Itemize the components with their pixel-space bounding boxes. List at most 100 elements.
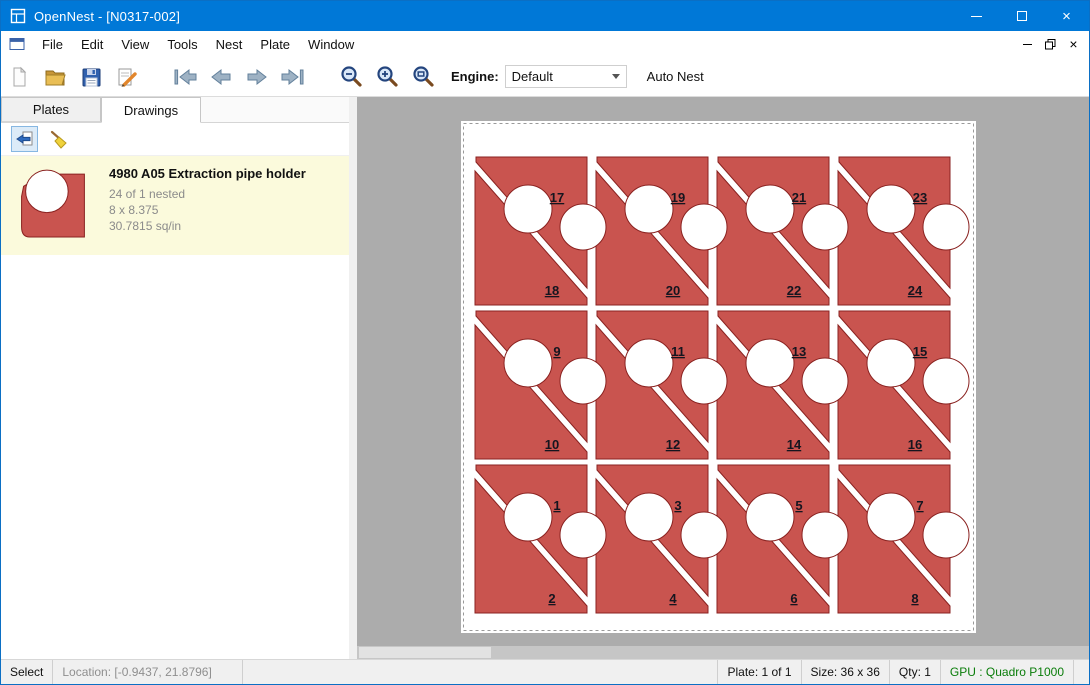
zoom-out-button[interactable]	[334, 61, 368, 93]
pipe-cutout	[867, 185, 915, 233]
open-folder-icon	[43, 66, 67, 88]
panel-splitter[interactable]	[349, 97, 357, 659]
tab-plates[interactable]: Plates	[1, 97, 101, 122]
app-window: OpenNest - [N0317-002] × File Edit View …	[0, 0, 1090, 685]
zoom-in-button[interactable]	[370, 61, 404, 93]
part-number-label[interactable]: 3	[674, 498, 681, 513]
previous-plate-button[interactable]	[204, 61, 238, 93]
plate-drawing[interactable]: 171819202122232491011121314151612345678	[461, 121, 976, 633]
part-number-label[interactable]: 14	[787, 437, 802, 452]
zoom-fit-button[interactable]	[406, 61, 440, 93]
part-number-label[interactable]: 9	[553, 344, 560, 359]
pipe-cutout	[504, 339, 552, 387]
document-icon[interactable]	[9, 37, 26, 51]
part-number-label[interactable]: 16	[908, 437, 922, 452]
next-plate-button[interactable]	[240, 61, 274, 93]
part-number-label[interactable]: 5	[795, 498, 802, 513]
drawing-dimensions: 8 x 8.375	[109, 202, 306, 218]
horizontal-scrollbar[interactable]	[357, 646, 1089, 659]
part-number-label[interactable]: 19	[671, 190, 685, 205]
mdi-minimize-button[interactable]	[1016, 33, 1039, 55]
send-to-nest-button[interactable]	[11, 126, 38, 152]
pipe-cutout	[504, 493, 552, 541]
close-button[interactable]: ×	[1044, 1, 1089, 31]
engine-dropdown-value: Default	[512, 69, 553, 84]
auto-nest-button[interactable]: Auto Nest	[641, 65, 710, 88]
part-number-label[interactable]: 20	[666, 283, 680, 298]
drawing-area: 30.7815 sq/in	[109, 218, 306, 234]
title-bar: OpenNest - [N0317-002] ×	[1, 1, 1089, 31]
open-button[interactable]	[38, 61, 72, 93]
pipe-cutout	[560, 358, 606, 404]
tab-drawings[interactable]: Drawings	[101, 97, 201, 123]
drawing-title: 4980 A05 Extraction pipe holder	[109, 166, 306, 181]
part-number-label[interactable]: 8	[911, 591, 918, 606]
drawing-item-text: 4980 A05 Extraction pipe holder 24 of 1 …	[109, 164, 306, 234]
menu-nest[interactable]: Nest	[207, 31, 252, 57]
resize-grip[interactable]	[1073, 660, 1089, 684]
pipe-cutout	[802, 358, 848, 404]
part-number-label[interactable]: 13	[792, 344, 806, 359]
zoom-in-icon	[376, 65, 399, 88]
pipe-cutout	[625, 493, 673, 541]
pipe-cutout	[560, 204, 606, 250]
main-toolbar: Engine: Default Auto Nest	[1, 57, 1089, 97]
part-number-label[interactable]: 12	[666, 437, 680, 452]
part-number-label[interactable]: 7	[916, 498, 923, 513]
maximize-button[interactable]	[999, 1, 1044, 31]
mdi-restore-button[interactable]	[1039, 33, 1062, 55]
content-area: Plates Drawings	[1, 97, 1089, 659]
save-button[interactable]	[74, 61, 108, 93]
pipe-cutout	[923, 204, 969, 250]
part-number-label[interactable]: 10	[545, 437, 559, 452]
last-arrow-icon	[280, 68, 306, 86]
save-edit-button[interactable]	[110, 61, 144, 93]
send-left-arrow-icon	[15, 130, 34, 148]
chevron-down-icon	[612, 74, 620, 79]
zoom-out-icon	[340, 65, 363, 88]
pipe-cutout	[867, 493, 915, 541]
part-number-label[interactable]: 18	[545, 283, 559, 298]
part-number-label[interactable]: 17	[550, 190, 564, 205]
part-number-label[interactable]: 15	[913, 344, 927, 359]
part-number-label[interactable]: 23	[913, 190, 927, 205]
pipe-cutout	[560, 512, 606, 558]
menu-window[interactable]: Window	[299, 31, 363, 57]
plate[interactable]: 171819202122232491011121314151612345678	[461, 121, 976, 633]
menu-tools[interactable]: Tools	[158, 31, 206, 57]
new-file-button[interactable]	[2, 61, 36, 93]
pipe-cutout	[625, 185, 673, 233]
part-thumbnail	[13, 164, 95, 245]
last-plate-button[interactable]	[276, 61, 310, 93]
part-number-label[interactable]: 21	[792, 190, 806, 205]
engine-label: Engine:	[451, 69, 499, 84]
part-number-label[interactable]: 2	[548, 591, 555, 606]
part-number-label[interactable]: 4	[669, 591, 677, 606]
menu-plate[interactable]: Plate	[251, 31, 299, 57]
next-arrow-icon	[244, 68, 270, 86]
pipe-cutout	[625, 339, 673, 387]
part-number-label[interactable]: 22	[787, 283, 801, 298]
part-number-label[interactable]: 6	[790, 591, 797, 606]
status-location: Location: [-0.9437, 21.8796]	[52, 660, 242, 684]
pipe-cutout	[923, 512, 969, 558]
minimize-button[interactable]	[954, 1, 999, 31]
part-number-label[interactable]: 11	[671, 344, 685, 359]
pipe-cutout	[746, 493, 794, 541]
mdi-close-button[interactable]: ×	[1062, 33, 1085, 55]
first-plate-button[interactable]	[168, 61, 202, 93]
clear-button[interactable]	[45, 126, 72, 152]
pipe-cutout	[681, 204, 727, 250]
nesting-canvas[interactable]: 171819202122232491011121314151612345678	[357, 97, 1089, 659]
drawing-list-item[interactable]: 4980 A05 Extraction pipe holder 24 of 1 …	[1, 156, 349, 255]
menu-file[interactable]: File	[33, 31, 72, 57]
engine-dropdown[interactable]: Default	[505, 65, 627, 88]
menu-edit[interactable]: Edit	[72, 31, 112, 57]
part-number-label[interactable]: 1	[553, 498, 560, 513]
part-number-label[interactable]: 24	[908, 283, 923, 298]
scrollbar-thumb[interactable]	[359, 647, 491, 658]
sidebar-toolbar	[1, 123, 349, 156]
drawing-nested-count: 24 of 1 nested	[109, 186, 306, 202]
edit-document-icon	[115, 66, 139, 88]
menu-view[interactable]: View	[112, 31, 158, 57]
